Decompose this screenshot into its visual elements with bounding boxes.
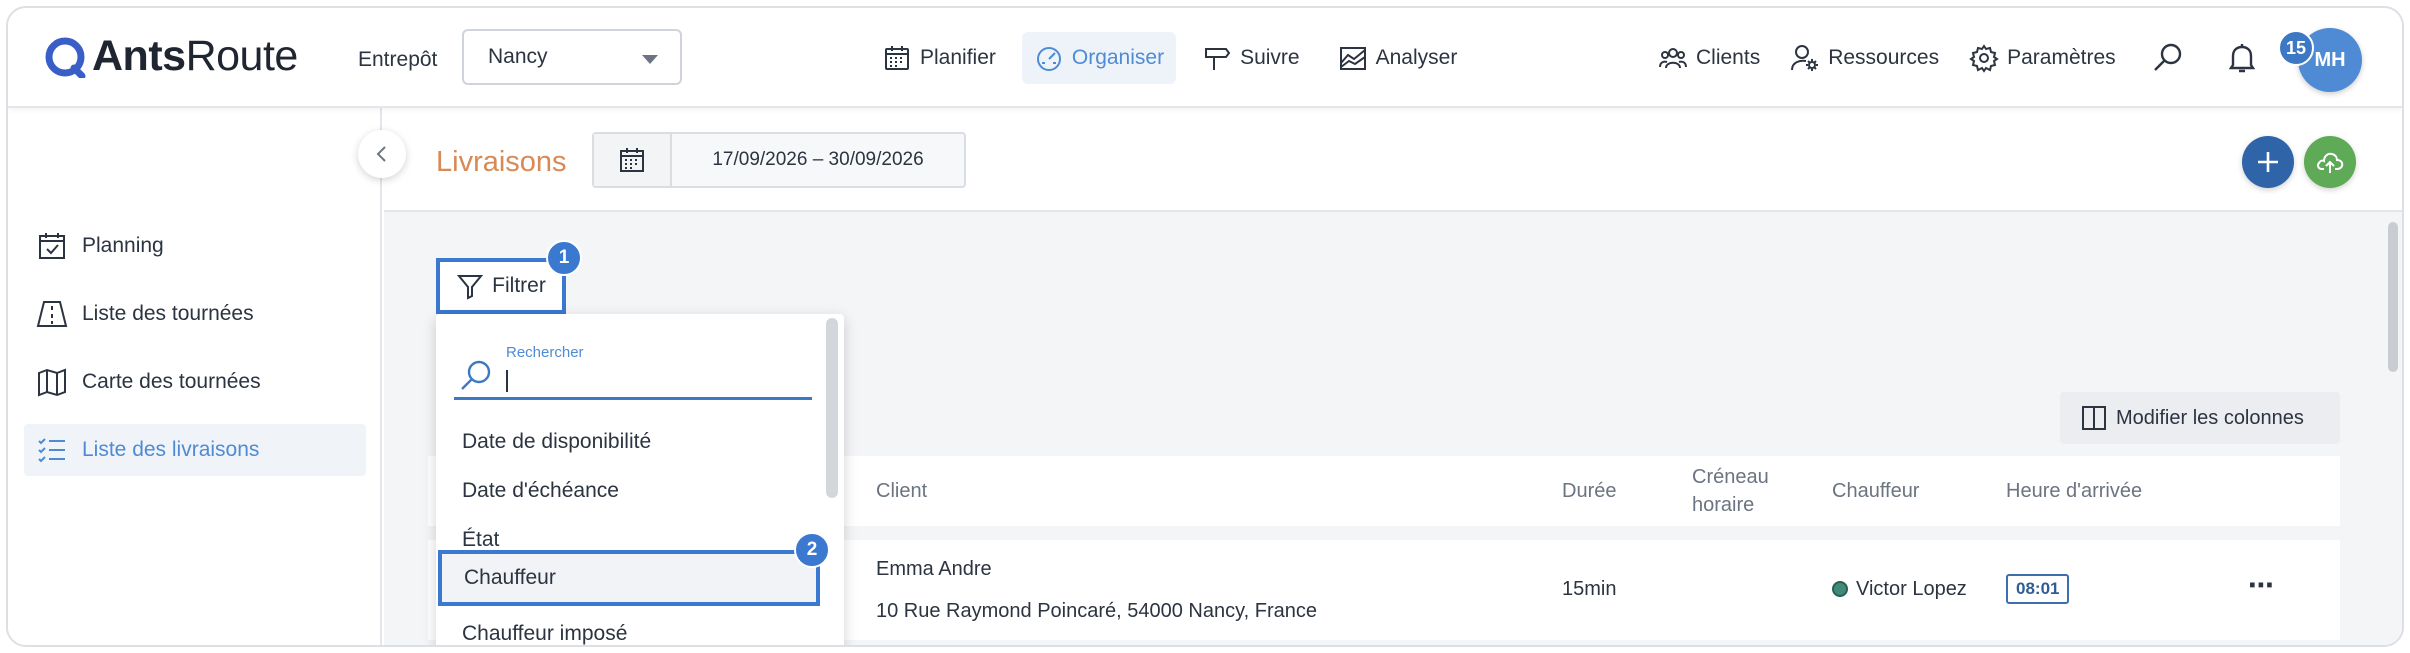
column-header-chauffeur[interactable]: Chauffeur bbox=[1832, 456, 1919, 526]
text-cursor bbox=[506, 370, 508, 392]
area-chart-icon bbox=[1339, 47, 1366, 70]
calendar-icon bbox=[620, 148, 644, 172]
secondary-navigation: Clients Ressources Paramètres bbox=[1654, 32, 2268, 84]
column-header-duree[interactable]: Durée bbox=[1562, 456, 1616, 526]
columns-icon bbox=[2082, 406, 2106, 430]
date-range-picker[interactable]: 17/09/2026 – 30/09/2026 bbox=[592, 132, 966, 188]
signpost-icon bbox=[1205, 48, 1231, 70]
nav-organiser-label: Organiser bbox=[1071, 46, 1165, 69]
search-button[interactable] bbox=[2142, 32, 2194, 84]
column-header-arrivee[interactable]: Heure d'arrivée bbox=[2006, 456, 2142, 526]
nav-suivre-label: Suivre bbox=[1240, 46, 1300, 69]
driver-name: Victor Lopez bbox=[1856, 578, 1967, 600]
filter-option-date-disponibilite[interactable]: Date de disponibilité bbox=[436, 418, 820, 466]
calendar-icon bbox=[885, 46, 909, 70]
filter-button[interactable]: Filtrer bbox=[436, 258, 566, 314]
app-logo[interactable]: AntsRoute bbox=[44, 32, 298, 81]
list-check-icon bbox=[38, 438, 65, 463]
sidebar-item-label: Planning bbox=[82, 234, 164, 257]
search-icon bbox=[461, 360, 491, 390]
row-more-menu-button[interactable]: ⋯ bbox=[2248, 570, 2275, 601]
driver-status-dot bbox=[1832, 581, 1848, 597]
people-icon bbox=[1659, 48, 1687, 69]
sidebar-collapse-button[interactable] bbox=[358, 130, 406, 178]
modify-columns-button[interactable]: Modifier les colonnes bbox=[2060, 392, 2340, 444]
date-range-value: 17/09/2026 – 30/09/2026 bbox=[712, 149, 924, 170]
nav-suivre[interactable]: Suivre bbox=[1190, 32, 1312, 84]
logo-mark-icon bbox=[45, 37, 86, 78]
filter-icon bbox=[457, 275, 484, 300]
sidebar-item-label: Liste des tournées bbox=[82, 302, 254, 325]
column-header-client[interactable]: Client bbox=[876, 456, 927, 526]
content-header: Livraisons 17/09/2026 – 30/09/2026 bbox=[384, 108, 2402, 212]
step-badge-1: 1 bbox=[546, 240, 582, 276]
content-scrollbar[interactable] bbox=[2382, 212, 2402, 645]
chevron-left-icon bbox=[376, 146, 386, 162]
nav-planifier[interactable]: Planifier bbox=[870, 32, 1008, 84]
filter-search-field[interactable]: Rechercher bbox=[454, 340, 812, 400]
bell-icon bbox=[2228, 44, 2255, 73]
filter-option-chauffeur-impose[interactable]: Chauffeur imposé bbox=[436, 610, 820, 645]
modify-columns-label: Modifier les colonnes bbox=[2116, 406, 2304, 429]
road-icon bbox=[36, 301, 68, 327]
sidebar-item-planning[interactable]: Planning bbox=[24, 220, 366, 272]
notifications-button[interactable] bbox=[2216, 32, 2268, 84]
warehouse-label: Entrepôt bbox=[358, 48, 438, 71]
column-header-creneau[interactable]: Créneau horaire bbox=[1692, 456, 1792, 526]
map-icon bbox=[38, 368, 66, 397]
gear-icon bbox=[1969, 44, 1999, 73]
upload-button[interactable] bbox=[2304, 136, 2356, 188]
client-name: Emma Andre bbox=[876, 558, 992, 580]
person-gear-icon bbox=[1791, 45, 1819, 71]
add-delivery-button[interactable] bbox=[2242, 136, 2294, 188]
step-badge-2: 2 bbox=[794, 532, 830, 568]
nav-analyser-label: Analyser bbox=[1375, 46, 1458, 69]
client-address: 10 Rue Raymond Poincaré, 54000 Nancy, Fr… bbox=[876, 600, 1317, 622]
chevron-down-icon bbox=[642, 55, 658, 64]
driver-cell: Victor Lopez bbox=[1832, 578, 1967, 601]
sidebar-item-label: Liste des livraisons bbox=[82, 438, 260, 461]
top-navigation-bar: AntsRoute Entrepôt Nancy Planifier Organ… bbox=[8, 8, 2402, 108]
notifications-count-badge: 15 bbox=[2278, 30, 2314, 66]
sidebar-item-label: Carte des tournées bbox=[82, 370, 261, 393]
plus-icon bbox=[2258, 152, 2278, 172]
sidebar-item-liste-tournees[interactable]: Liste des tournées bbox=[24, 288, 366, 340]
filter-search-label: Rechercher bbox=[506, 344, 584, 361]
nav-clients[interactable]: Clients bbox=[1654, 32, 1764, 84]
delivery-duration: 15min bbox=[1562, 578, 1617, 600]
nav-clients-label: Clients bbox=[1696, 46, 1761, 69]
nav-parametres[interactable]: Paramètres bbox=[1965, 32, 2120, 84]
calendar-check-icon bbox=[39, 233, 65, 259]
cloud-upload-icon bbox=[2317, 152, 2344, 173]
filter-button-label: Filtrer bbox=[492, 274, 546, 297]
search-icon bbox=[2153, 43, 2181, 71]
logo-text: AntsRoute bbox=[92, 32, 298, 80]
nav-ressources[interactable]: Ressources bbox=[1786, 32, 1943, 84]
sidebar: Planning Liste des tournées Carte des to… bbox=[8, 108, 382, 645]
dropdown-scrollbar-thumb[interactable] bbox=[826, 318, 838, 498]
content-scrollbar-thumb[interactable] bbox=[2388, 222, 2398, 372]
sidebar-item-carte-tournees[interactable]: Carte des tournées bbox=[24, 356, 366, 408]
nav-analyser[interactable]: Analyser bbox=[1326, 32, 1470, 84]
filter-dropdown: Rechercher Date de disponibilité Date d'… bbox=[436, 314, 844, 645]
app-window: AntsRoute Entrepôt Nancy Planifier Organ… bbox=[6, 6, 2404, 647]
filter-option-date-echeance[interactable]: Date d'échéance bbox=[436, 467, 820, 515]
nav-planifier-label: Planifier bbox=[920, 46, 996, 69]
warehouse-select[interactable]: Nancy bbox=[462, 29, 682, 85]
filter-option-chauffeur[interactable]: Chauffeur bbox=[438, 550, 820, 606]
main-navigation: Planifier Organiser Suivre Analyser bbox=[870, 32, 1469, 84]
gauge-icon bbox=[1036, 47, 1061, 71]
nav-ressources-label: Ressources bbox=[1828, 46, 1940, 69]
nav-parametres-label: Paramètres bbox=[2007, 46, 2116, 69]
arrival-time-cell: 08:01 bbox=[2006, 574, 2070, 604]
warehouse-select-value: Nancy bbox=[488, 45, 548, 68]
arrival-time-tag: 08:01 bbox=[2006, 574, 2070, 604]
sidebar-item-liste-livraisons[interactable]: Liste des livraisons bbox=[24, 424, 366, 476]
nav-organiser[interactable]: Organiser bbox=[1021, 32, 1177, 84]
date-range-calendar-button[interactable] bbox=[594, 134, 672, 186]
page-title: Livraisons bbox=[436, 146, 567, 178]
